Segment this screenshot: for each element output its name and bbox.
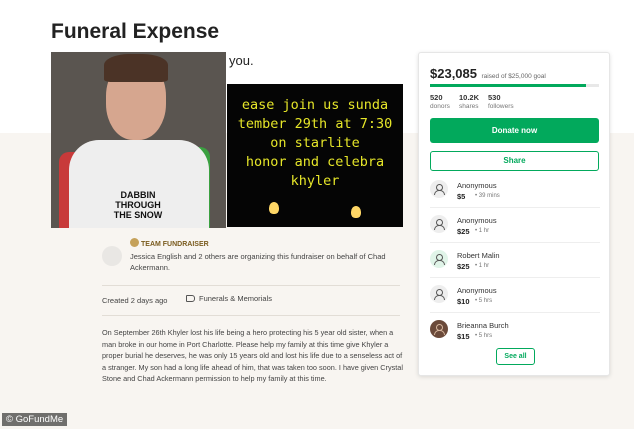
hero-photo[interactable]: DABBIN THROUGH THE SNOW xyxy=(51,52,226,228)
stat-label: donors xyxy=(430,103,450,110)
flyer-line: ease join us sunda xyxy=(241,97,389,113)
category-link[interactable]: Funerals & Memorials xyxy=(186,294,272,303)
stat-value: 530 xyxy=(488,93,501,102)
flyer-line: tember 29th at 7:30 xyxy=(237,116,393,132)
donor-name: Anonymous xyxy=(457,216,497,225)
donor-name: Robert Malin xyxy=(457,251,500,260)
donation-item: Anonymous $5 • 39 mins xyxy=(430,180,600,204)
stat-value: 520 xyxy=(430,93,443,102)
flyer-line: on starlite xyxy=(270,135,360,151)
flyer-line: khyler xyxy=(290,173,340,189)
divider xyxy=(430,312,600,313)
stat-shares: 10.2K shares xyxy=(459,93,479,110)
goal-text: raised of $25,000 goal xyxy=(481,73,546,80)
donation-amount: $10 xyxy=(457,297,470,306)
person-icon xyxy=(430,285,448,303)
donation-time-value: 1 hr xyxy=(478,228,490,234)
divider xyxy=(430,242,600,243)
created-date: Created 2 days ago xyxy=(102,296,168,305)
watermark: © GoFundMe xyxy=(2,413,68,426)
donation-time-value: 1 hr xyxy=(478,263,490,269)
amount-raised-value: $23,085 xyxy=(430,66,477,81)
donation-time: • 1 hr xyxy=(475,263,490,269)
stat-donors: 520 donors xyxy=(430,93,450,110)
photo-hair xyxy=(104,54,168,82)
team-fundraiser-tag: TEAM FUNDRAISER xyxy=(130,238,209,248)
donation-time: • 39 mins xyxy=(475,193,500,199)
donation-time-value: 5 hrs xyxy=(478,298,493,304)
stat-followers: 530 followers xyxy=(488,93,514,110)
donation-item: Anonymous $25 • 1 hr xyxy=(430,215,600,239)
share-button[interactable]: Share xyxy=(430,151,599,171)
progress-bar-fill xyxy=(430,84,586,87)
donation-time: • 1 hr xyxy=(475,228,490,234)
stat-value: 10.2K xyxy=(459,93,480,102)
donation-amount: $15 xyxy=(457,332,470,341)
divider xyxy=(430,277,600,278)
donation-amount: $5 xyxy=(457,192,466,201)
person-icon xyxy=(430,215,448,233)
category-label: Funerals & Memorials xyxy=(199,294,272,303)
donation-amount: $25 xyxy=(457,227,470,236)
story-text: On September 26th Khyler lost his life b… xyxy=(102,328,403,384)
see-all-button[interactable]: See all xyxy=(496,348,535,365)
caption-fragment: you. xyxy=(229,53,254,68)
donate-now-button[interactable]: Donate now xyxy=(430,118,599,143)
donation-item: Brieanna Burch $15 • 5 hrs xyxy=(430,320,600,344)
candle-icon xyxy=(269,202,279,214)
team-badge-icon xyxy=(130,238,139,247)
donation-time-value: 39 mins xyxy=(478,193,500,199)
donation-amount: $25 xyxy=(457,262,470,271)
donation-sidebar: $23,085 raised of $25,000 goal 520 donor… xyxy=(418,52,610,376)
stat-label: followers xyxy=(488,103,514,110)
stat-label: shares xyxy=(459,103,479,110)
donor-name: Anonymous xyxy=(457,181,497,190)
donation-item: Anonymous $10 • 5 hrs xyxy=(430,285,600,309)
divider xyxy=(102,315,400,316)
donation-time: • 5 hrs xyxy=(475,298,493,304)
organizer-person-icon xyxy=(102,246,122,266)
page-title: Funeral Expense xyxy=(51,20,220,43)
organizer-text: Jessica English and 2 others are organiz… xyxy=(130,252,386,272)
team-fundraiser-label: TEAM FUNDRAISER xyxy=(141,241,209,248)
donation-time-value: 5 hrs xyxy=(478,333,493,339)
divider xyxy=(102,285,400,286)
progress-bar xyxy=(430,84,599,87)
person-icon xyxy=(430,180,448,198)
memorial-flyer-image[interactable]: ease join us sunda tember 29th at 7:30 o… xyxy=(227,84,403,227)
tag-icon xyxy=(186,295,195,302)
shirt-print-text: DABBIN THROUGH THE SNOW xyxy=(113,190,163,220)
donor-avatar xyxy=(430,320,448,338)
donation-time: • 5 hrs xyxy=(475,333,493,339)
candle-icon xyxy=(351,206,361,218)
donor-name: Brieanna Burch xyxy=(457,321,509,330)
flyer-text: ease join us sunda tember 29th at 7:30 o… xyxy=(227,96,403,191)
donation-item: Robert Malin $25 • 1 hr xyxy=(430,250,600,274)
person-icon xyxy=(430,250,448,268)
flyer-line: honor and celebra xyxy=(245,154,385,170)
donor-name: Anonymous xyxy=(457,286,497,295)
divider xyxy=(430,207,600,208)
amount-raised: $23,085 raised of $25,000 goal xyxy=(430,65,546,83)
